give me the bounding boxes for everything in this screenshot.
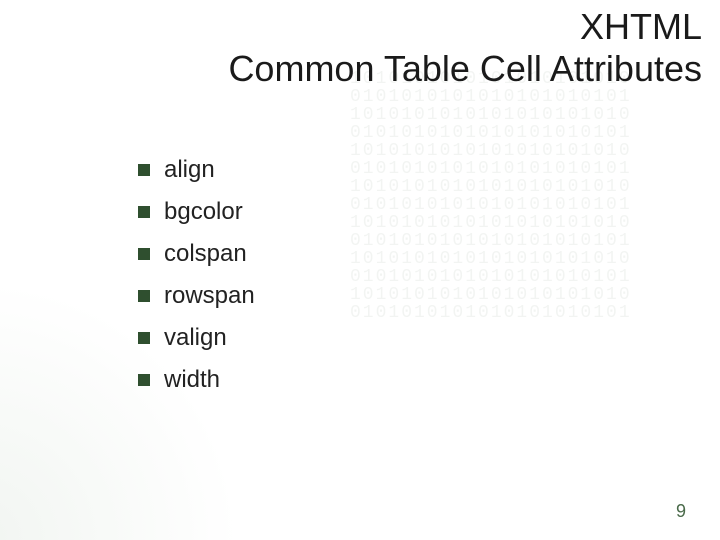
bullet-icon: [138, 164, 150, 176]
list-item: rowspan: [138, 282, 255, 310]
list-item: colspan: [138, 240, 255, 268]
bullet-text: align: [164, 156, 215, 184]
slide: 1010101010101010101010 01010101010101010…: [0, 0, 720, 540]
bullet-text: bgcolor: [164, 198, 243, 226]
list-item: valign: [138, 324, 255, 352]
list-item: width: [138, 366, 255, 394]
list-item: bgcolor: [138, 198, 255, 226]
title-line-1: XHTML: [580, 6, 702, 47]
bullet-text: width: [164, 366, 220, 394]
background-binary-texture: 1010101010101010101010 01010101010101010…: [350, 70, 720, 350]
slide-title: XHTML Common Table Cell Attributes: [0, 6, 702, 90]
bullet-text: rowspan: [164, 282, 255, 310]
bullet-icon: [138, 248, 150, 260]
bullet-icon: [138, 290, 150, 302]
title-line-2: Common Table Cell Attributes: [228, 48, 702, 89]
bullet-text: valign: [164, 324, 227, 352]
bullet-text: colspan: [164, 240, 247, 268]
bullet-icon: [138, 206, 150, 218]
bullet-icon: [138, 332, 150, 344]
bullet-icon: [138, 374, 150, 386]
bullet-list: align bgcolor colspan rowspan valign wid…: [138, 156, 255, 408]
list-item: align: [138, 156, 255, 184]
page-number: 9: [676, 501, 686, 522]
